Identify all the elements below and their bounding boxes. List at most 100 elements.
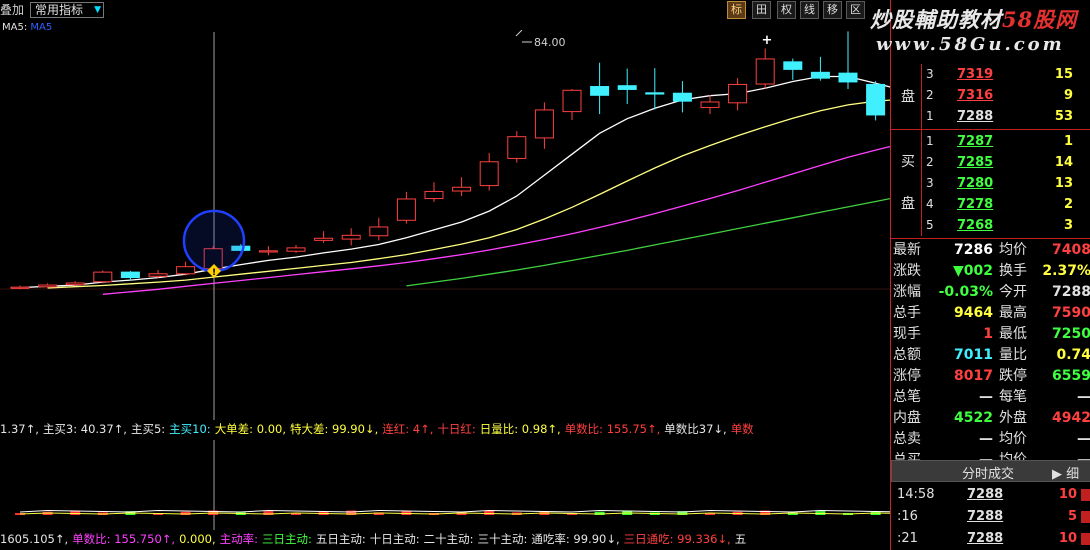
- tick-price: 7288: [967, 531, 1004, 546]
- sell-price: 7319: [957, 67, 994, 82]
- candle-body-up: [479, 161, 499, 187]
- toolbar-button-rights[interactable]: 权: [777, 1, 796, 19]
- candle-body-up: [452, 186, 472, 192]
- chevron-down-icon: ▼: [94, 5, 101, 15]
- candle: [479, 152, 499, 191]
- candle: [783, 58, 803, 80]
- quote-value-2: —: [1077, 389, 1090, 405]
- indicator-select[interactable]: 常用指标 ▼: [30, 2, 104, 18]
- quote-row: 总卖 — 均价 —: [891, 429, 1090, 450]
- quote-row: 现手 1 最低 7250: [891, 324, 1090, 345]
- quote-label-2: 外盘: [999, 410, 1027, 426]
- buy-price: 7278: [957, 197, 994, 212]
- toolbar-button-move[interactable]: 移: [823, 1, 842, 19]
- quote-label: 总手: [893, 305, 921, 321]
- bottom-indicator-value: 三日通吃: 99.336↓,: [623, 532, 731, 546]
- candle: [590, 62, 610, 115]
- tick-detail-button[interactable]: ▶ 细: [1052, 463, 1079, 482]
- indicator-value: 单数比: 155.75↑,: [564, 422, 661, 436]
- quote-value-2: —: [1077, 431, 1090, 447]
- candle: [258, 246, 278, 256]
- indicator-value: 日量比: 0.98↑,: [479, 422, 561, 436]
- indicator-select-label: 常用指标: [35, 3, 84, 17]
- candle: [148, 270, 168, 278]
- chart-toolbar: 叠加 常用指标 ▼ 标 田 权 线 移 区: [0, 0, 890, 20]
- max-price-label: 84.00: [534, 36, 566, 49]
- sub-line-1: [19, 509, 890, 513]
- candle: [645, 68, 665, 110]
- bottom-indicator-value: 十日主动:: [369, 532, 420, 546]
- indicator-values-row: 1.37↑, 主买3: 40.37↑, 主买5: 主买10: 大单差: 0.00, 特大差…: [0, 420, 890, 438]
- sub-bar: [484, 510, 495, 515]
- quote-row: 涨停 8017 跌停 6559: [891, 366, 1090, 387]
- candle-body-up: [369, 226, 389, 237]
- tick-time: :16: [897, 509, 918, 524]
- sell-volume: 53: [1054, 109, 1073, 124]
- buy-volume: 1: [1063, 134, 1073, 149]
- quote-value-2: 7590: [1052, 305, 1090, 321]
- highlight-circle-fill: [185, 212, 243, 270]
- quote-label-2: 均价: [999, 242, 1027, 258]
- crosshair-plus-icon: +: [762, 33, 773, 48]
- sell-volume: 15: [1054, 67, 1073, 82]
- candle-body-up: [534, 109, 554, 139]
- quote-label: 现手: [893, 326, 921, 342]
- candle-body-down: [590, 86, 610, 96]
- toolbar-button-line[interactable]: 线: [800, 1, 819, 19]
- candle: [507, 131, 527, 163]
- quote-row: 内盘 4522 外盘 4942: [891, 408, 1090, 429]
- candle-body-down: [810, 71, 830, 79]
- tick-row: 14:58 7288 10: [891, 484, 1090, 506]
- candle-body-down: [120, 271, 140, 279]
- quote-value-2: 4942: [1052, 410, 1090, 426]
- watermark-logo: 炒股輔助教材58股网 www.58Gu.com: [870, 4, 1090, 60]
- quote-value: 7011: [954, 347, 993, 363]
- quote-value-2: 7408: [1052, 242, 1090, 258]
- candle: [755, 48, 775, 89]
- candle: [866, 81, 886, 121]
- candle: [10, 285, 30, 290]
- quote-label: 涨跌: [893, 263, 921, 279]
- tick-time: 14:58: [897, 487, 935, 502]
- indicator-value: 单数比37↓,: [664, 422, 727, 436]
- quote-label-2: 均价: [999, 431, 1027, 447]
- sell-level: 3: [926, 67, 934, 81]
- candle-body-up: [507, 136, 527, 159]
- quote-value: 1: [983, 326, 993, 342]
- sell-volume: 9: [1063, 88, 1073, 103]
- buy-level: 5: [926, 218, 934, 232]
- candle-body-up: [10, 286, 30, 289]
- quote-row: 总笔 — 每笔 —: [891, 387, 1090, 408]
- quote-value-2: 6559: [1052, 368, 1090, 384]
- bottom-indicator-value: 1605.105↑,: [0, 532, 69, 546]
- overlay-button[interactable]: 叠加: [0, 2, 24, 18]
- bottom-indicator-value: 五日主动:: [315, 532, 366, 546]
- buy-level: 4: [926, 197, 934, 211]
- quote-label: 涨停: [893, 368, 921, 384]
- candlestick-chart[interactable]: ! 84.00 +: [0, 30, 890, 420]
- toolbar-button-range[interactable]: 区: [846, 1, 865, 19]
- toolbar-button-mark[interactable]: 标: [727, 1, 746, 19]
- quote-value: 7286: [954, 242, 993, 258]
- quote-label: 涨幅: [893, 284, 921, 300]
- quote-value-2: 7288: [1052, 284, 1090, 300]
- bottom-indicator-value: 三十主动:: [477, 532, 528, 546]
- quote-value-2: 2.37%: [1042, 263, 1090, 279]
- tick-header[interactable]: 分时成交 ▶ 细: [891, 460, 1090, 482]
- indicator-value: 主买10:: [169, 422, 211, 436]
- sub-indicator-chart[interactable]: [0, 440, 890, 530]
- tick-time: :21: [897, 531, 918, 546]
- bottom-indicator-value: 主动率:: [219, 532, 259, 546]
- candle-body-up: [700, 101, 720, 108]
- ma-line-2: [47, 99, 890, 289]
- candle-body-down: [672, 92, 692, 102]
- tick-side-badge: [1081, 511, 1090, 523]
- candle-body-up: [728, 83, 748, 104]
- toolbar-button-grid[interactable]: 田: [752, 1, 771, 19]
- sell-level: 1: [926, 109, 934, 123]
- candle-body-up: [286, 247, 306, 252]
- bottom-indicator-value: 单数比: 155.750↑,: [72, 532, 176, 546]
- candle: [728, 78, 748, 111]
- quote-label: 内盘: [893, 410, 921, 426]
- quote-panel: 3 7319 15 2 7316 9 1 7288 53 盘 1 7287 1 2 7285 14 3 7280 1…: [890, 0, 1090, 550]
